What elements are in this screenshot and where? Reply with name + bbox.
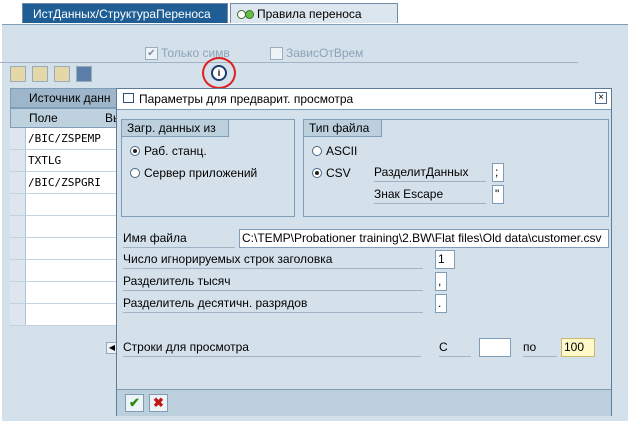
table-row[interactable]: /BIC/ZSPEMP [10, 128, 120, 150]
table-row[interactable] [10, 260, 120, 282]
thousands-separator-field[interactable]: , [435, 272, 447, 291]
load-from-group: Загр. данных из Раб. станц. Сервер прило… [121, 119, 295, 217]
window-icon [123, 93, 134, 103]
table-row[interactable] [10, 282, 120, 304]
tab-transfer-rules-label: Правила переноса [257, 7, 362, 21]
escape-char-label: Знак Escape [374, 186, 486, 204]
source-table-title: Источник данн [10, 88, 120, 108]
radio-app-server-label: Сервер приложений [144, 166, 258, 180]
file-name-field[interactable]: C:\TEMP\Probationer training\2.BW\Flat f… [239, 229, 609, 248]
escape-char-field[interactable]: " [492, 185, 504, 204]
file-name-label: Имя файла [123, 230, 235, 248]
decimal-separator-field[interactable]: . [435, 294, 447, 313]
radio-workstation-label: Раб. станц. [144, 144, 207, 158]
divider [0, 62, 578, 63]
preview-rows-label: Строки для просмотра [123, 339, 421, 357]
from-label: С [439, 339, 471, 357]
preview-params-dialog: Параметры для предварит. просмотра × Заг… [116, 88, 612, 416]
ok-button[interactable]: ✔ [125, 394, 144, 412]
radio-workstation[interactable]: Раб. станц. [130, 144, 207, 158]
tab-source-structure[interactable]: ИстДанных/СтруктураПереноса [22, 3, 228, 23]
load-from-title: Загр. данных из [121, 119, 229, 137]
tab-transfer-rules[interactable]: Правила переноса [230, 3, 398, 23]
dialog-title-bar: Параметры для предварит. просмотра × [117, 89, 611, 110]
table-row[interactable] [10, 304, 120, 326]
data-separator-field[interactable]: ; [492, 163, 504, 182]
decimal-separator-label: Разделитель десятичн. разрядов [123, 295, 423, 313]
radio-ascii[interactable]: ASCII [312, 144, 357, 158]
delete-row-icon[interactable] [32, 66, 48, 82]
tab-strip: ИстДанных/СтруктураПереноса Правила пере… [0, 0, 628, 24]
checkbox-checked-icon: ✔ [145, 47, 158, 61]
data-separator-label: РазделитДанных [374, 164, 486, 182]
source-table-header: Поле Вь [10, 108, 120, 128]
from-field[interactable] [479, 338, 511, 357]
checkmark-icon: ✔ [129, 395, 140, 410]
time-dependent-label: ЗависОтВрем [286, 46, 364, 60]
radio-ascii-label: ASCII [326, 144, 358, 158]
table-row[interactable]: TXTLG [10, 150, 120, 172]
header-rows-field[interactable]: 1 [435, 250, 455, 269]
status-light-icon [245, 10, 254, 19]
radio-selected-icon [312, 168, 322, 178]
cancel-icon: ✖ [153, 395, 164, 410]
copy-row-icon[interactable] [54, 66, 70, 82]
table-row[interactable]: /BIC/ZSPGRI [10, 172, 120, 194]
radio-unselected-icon [130, 168, 140, 178]
to-field[interactable]: 100 [561, 338, 595, 357]
to-label: по [523, 339, 557, 357]
radio-csv[interactable]: CSV [312, 166, 351, 180]
detail-icon[interactable] [76, 66, 92, 82]
dialog-footer: ✔ ✖ [117, 389, 611, 416]
highlight-circle [202, 57, 236, 89]
dialog-title: Параметры для предварит. просмотра [139, 92, 354, 106]
file-type-title: Тип файла [303, 119, 383, 137]
source-table-rows: /BIC/ZSPEMP TXTLG /BIC/ZSPGRI [10, 128, 120, 326]
insert-row-icon[interactable] [10, 66, 26, 82]
thousands-separator-label: Разделитель тысяч [123, 273, 423, 291]
checkbox-empty-icon [270, 47, 283, 61]
table-row[interactable] [10, 216, 120, 238]
header-rows-label: Число игнорируемых строк заголовка [123, 251, 423, 269]
time-dependent-checkbox[interactable]: ЗависОтВрем [270, 46, 364, 61]
radio-unselected-icon [312, 146, 322, 156]
radio-app-server[interactable]: Сервер приложений [130, 166, 257, 180]
column-header-field[interactable]: Поле [29, 111, 58, 125]
cancel-button[interactable]: ✖ [149, 394, 168, 412]
file-type-group: Тип файла ASCII CSV РазделитДанных ; Зна… [303, 119, 609, 217]
radio-csv-label: CSV [326, 166, 351, 180]
radio-selected-icon [130, 146, 140, 156]
table-row[interactable] [10, 238, 120, 260]
table-row[interactable] [10, 194, 120, 216]
close-icon[interactable]: × [595, 92, 607, 104]
